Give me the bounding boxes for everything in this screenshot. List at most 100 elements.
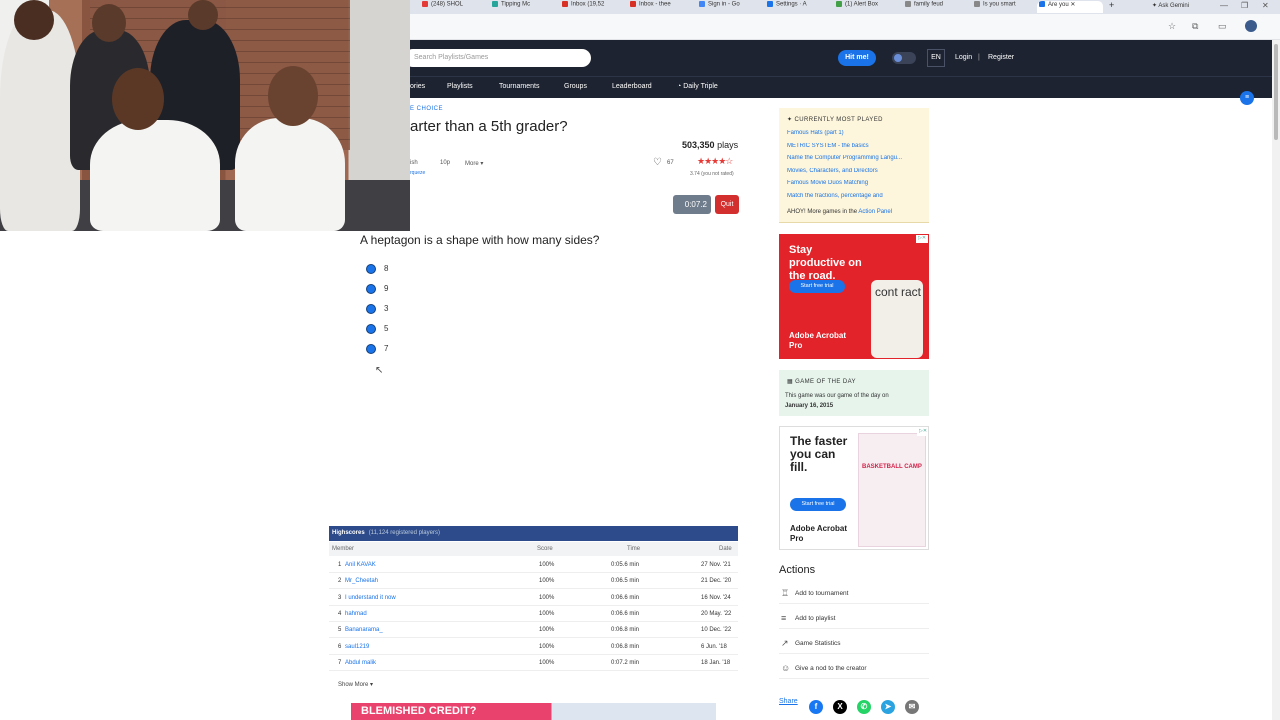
nav-leaderboard[interactable]: Leaderboard [612,83,652,90]
nav-daily-triple[interactable]: ◔ Daily Triple [677,83,718,90]
popular-game-link[interactable]: Famous Movie Duos Matching [787,180,923,186]
player-name[interactable]: Bananarama_ [345,627,383,633]
scrollbar-track[interactable] [1272,40,1280,720]
time: 0:07.2 min [611,660,640,666]
calendar-icon: ▦ [787,379,794,385]
profile-avatar[interactable] [1245,20,1257,32]
score: 100% [539,562,555,568]
player-name[interactable]: Abdul malik [345,660,376,666]
radio-button[interactable] [366,324,376,334]
browser-tab[interactable]: Tipping Mc [490,1,556,13]
browser-tab[interactable]: family feud [903,1,969,13]
popular-game-link[interactable]: Name the Computer Programming Langu... [787,155,923,161]
hit-me-button[interactable]: Hit me! [838,50,876,66]
radio-button[interactable] [366,344,376,354]
nav-playlists[interactable]: Playlists [447,83,473,90]
browser-tab[interactable]: Is you smart [972,1,1034,13]
game-statistics-button[interactable]: ↗ Game Statistics [779,634,929,654]
email-icon[interactable]: ✉ [905,700,919,714]
person-head [92,4,126,42]
close-icon[interactable]: ✕ [1262,1,1269,10]
browser-tab[interactable]: (1) Alert Box [834,1,900,13]
telegram-icon[interactable]: ➤ [881,700,895,714]
more-dropdown[interactable]: More ▾ [465,160,483,167]
tab-favicon [836,1,842,7]
scrollbar-thumb[interactable] [1274,44,1278,140]
language-button[interactable]: EN [927,49,945,67]
quit-button[interactable]: Quit [715,195,739,214]
ad-choices-icon[interactable]: ▷✕ [916,235,928,243]
table-row: 7 Abdul malik 100% 0:07.2 min 18 Jan. '18 [329,655,738,671]
rank: 6 [338,644,342,650]
add-to-playlist-button[interactable]: ≡ Add to playlist [779,609,929,629]
header-separator: | [978,54,980,61]
person-head [188,0,218,30]
date: 16 Nov. '24 [701,595,731,601]
rating-stars[interactable]: ★★★★☆ [697,156,733,167]
whatsapp-icon[interactable]: ✆ [857,700,871,714]
quiz-author[interactable]: rqueze [410,170,425,176]
game-of-the-day-panel: ▦ GAME OF THE DAY This game was our game… [779,370,929,416]
ask-gemini-button[interactable]: ✦ Ask Gemini [1152,2,1189,9]
ad-cta-button[interactable]: Start free trial [790,498,846,511]
give-nod-button[interactable]: ☺ Give a nod to the creator [779,659,929,679]
maximize-icon[interactable]: ❐ [1241,1,1248,10]
adobe-ad-2[interactable]: The faster you can fill. Start free tria… [779,426,929,550]
bottom-ad-banner[interactable]: BLEMISHED CREDIT? [351,703,716,720]
tab-favicon [562,1,568,7]
webcam-overlay [0,0,410,231]
ad-cta-button[interactable]: Start free trial [789,280,845,293]
quiz-category[interactable]: ish [410,160,418,166]
browser-tab[interactable]: Inbox - thee [628,1,694,13]
browser-tab[interactable]: Inbox (19,52 [560,1,626,13]
register-link[interactable]: Register [988,54,1014,61]
bottom-ad-text: BLEMISHED CREDIT? [361,705,477,717]
date: 27 Nov. '21 [701,562,731,568]
browser-tab[interactable]: Settings · A [765,1,831,13]
nav-categories[interactable]: ories [410,83,425,90]
radio-button[interactable] [366,304,376,314]
facebook-icon[interactable]: f [809,700,823,714]
browser-tab-active[interactable]: Are you ✕ [1037,1,1103,13]
new-tab-button[interactable]: + [1107,0,1119,12]
panel-toggle-icon[interactable]: ≡ [1240,91,1254,105]
x-icon[interactable]: X [833,700,847,714]
person-head [268,66,318,126]
popular-game-link[interactable]: METRIC SYSTEM - the basics [787,143,923,149]
player-name[interactable]: Mr_Cheetah [345,578,378,584]
player-name[interactable]: hahmad [345,611,367,617]
browser-tab[interactable]: Sign in - Go [697,1,763,13]
extensions-icon[interactable]: ⧉ [1192,21,1198,32]
radio-button[interactable] [366,284,376,294]
ad-brand: Adobe Acrobat Pro [789,331,847,350]
tab-favicon [630,1,636,7]
player-name[interactable]: Anil KAVAK [345,562,376,568]
share-label: Share [779,698,798,705]
radio-button[interactable] [366,264,376,274]
ad-choices-icon[interactable]: ▷✕ [917,428,928,436]
minimize-icon[interactable]: — [1220,1,1228,10]
bookmark-star-icon[interactable]: ☆ [1168,21,1176,32]
action-panel-link[interactable]: Action Panel [858,209,892,215]
dark-mode-toggle[interactable] [892,52,916,64]
search-input[interactable]: Search Playlists/Games [404,49,591,67]
player-name[interactable]: saul1219 [345,644,369,650]
player-name[interactable]: I understand it now [345,595,396,601]
gotd-header: ▦ GAME OF THE DAY [787,379,856,385]
add-to-tournament-button[interactable]: ♖ Add to tournament [779,584,929,604]
heart-icon[interactable]: ♡ [653,157,662,168]
popular-game-link[interactable]: Match the fractions, percentage and [787,193,923,199]
breadcrumb[interactable]: E CHOICE [410,106,443,112]
ad-brand: Adobe Acrobat Pro [790,524,848,543]
col-member: Member [332,546,355,552]
tab-favicon [767,1,773,7]
login-link[interactable]: Login [955,54,972,61]
popular-game-link[interactable]: Movies, Characters, and Directors [787,168,923,174]
sidebar-icon[interactable]: ▭ [1218,21,1227,32]
adobe-ad-1[interactable]: ▷✕ Stay productive on the road. Start fr… [779,234,929,359]
browser-tab[interactable]: (248) SHOL [420,1,486,13]
popular-game-link[interactable]: Famous Hats (part 1) [787,130,923,136]
nav-tournaments[interactable]: Tournaments [499,83,539,90]
show-more-button[interactable]: Show More ▾ [338,681,373,688]
nav-groups[interactable]: Groups [564,83,587,90]
